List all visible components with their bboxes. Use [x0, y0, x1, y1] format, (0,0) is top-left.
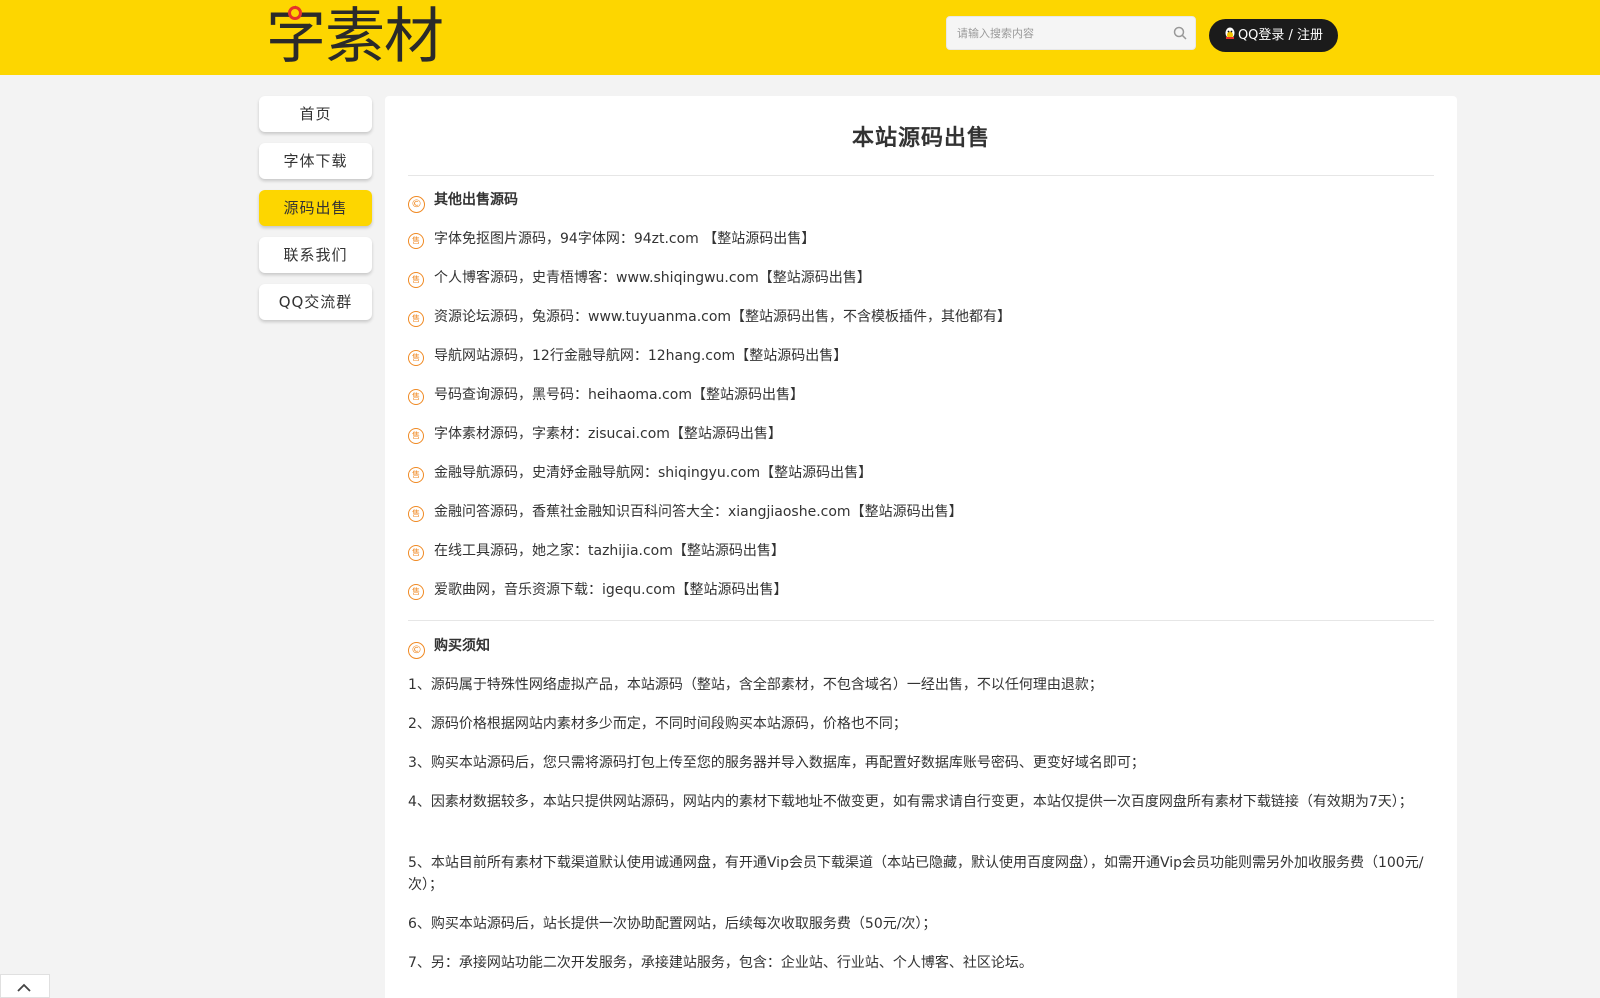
- divider: [408, 620, 1434, 621]
- qq-penguin-icon: [1225, 27, 1235, 39]
- main-content: 本站源码出售 © 其他出售源码 售字体免抠图片源码，94字体网：94zt.com …: [385, 96, 1457, 998]
- divider: [408, 175, 1434, 176]
- search-icon[interactable]: [1173, 26, 1187, 40]
- source-item: 售字体素材源码，字素材：zisucai.com【整站源码出售】: [408, 423, 782, 444]
- notice-heading-label: 购买须知: [434, 638, 490, 654]
- sidebar-item-source-sale[interactable]: 源码出售: [259, 190, 372, 226]
- sale-icon: 售: [408, 389, 424, 405]
- source-item: 售在线工具源码，她之家：tazhijia.com【整站源码出售】: [408, 540, 785, 561]
- source-item-text: 资源论坛源码，兔源码：www.tuyuanma.com【整站源码出售，不含模板插…: [434, 309, 1012, 325]
- sources-heading-label: 其他出售源码: [434, 192, 518, 208]
- source-item-text: 字体素材源码，字素材：zisucai.com【整站源码出售】: [434, 426, 782, 442]
- search-box: [946, 16, 1196, 50]
- sale-icon: 售: [408, 233, 424, 249]
- source-item-text: 金融导航源码，史清妤金融导航网：shiqingyu.com【整站源码出售】: [434, 465, 873, 481]
- sale-icon: 售: [408, 506, 424, 522]
- source-item-text: 在线工具源码，她之家：tazhijia.com【整站源码出售】: [434, 543, 785, 559]
- sale-icon: 售: [408, 584, 424, 600]
- sidebar-item-contact[interactable]: 联系我们: [259, 237, 372, 273]
- source-item: 售导航网站源码，12行金融导航网：12hang.com【整站源码出售】: [408, 345, 847, 366]
- source-item: 售金融导航源码，史清妤金融导航网：shiqingyu.com【整站源码出售】: [408, 462, 872, 483]
- qq-login-button[interactable]: QQ登录 / 注册: [1209, 19, 1338, 52]
- source-item: 售爱歌曲网，音乐资源下载：igequ.com【整站源码出售】: [408, 579, 788, 600]
- source-item-text: 导航网站源码，12行金融导航网：12hang.com【整站源码出售】: [434, 348, 848, 364]
- chevron-up-icon: [17, 983, 31, 992]
- sale-icon: 售: [408, 467, 424, 483]
- sale-icon: 售: [408, 272, 424, 288]
- source-item-text: 个人博客源码，史青梧博客：www.shiqingwu.com【整站源码出售】: [434, 270, 871, 286]
- sale-icon: 售: [408, 311, 424, 327]
- sale-icon: 售: [408, 428, 424, 444]
- copyright-icon: ©: [408, 196, 425, 213]
- sidebar-nav: 首页 字体下载 源码出售 联系我们 QQ交流群: [259, 96, 372, 331]
- notice-item: 2、源码价格根据网站内素材多少而定，不同时间段购买本站源码，价格也不同；: [408, 716, 907, 732]
- notice-item: 7、另：承接网站功能二次开发服务，承接建站服务，包含：企业站、行业站、个人博客、…: [408, 955, 1033, 971]
- source-item-text: 金融问答源码，香蕉社金融知识百科问答大全：xiangjiaoshe.com【整站…: [434, 504, 963, 520]
- back-to-top-button[interactable]: [0, 974, 50, 998]
- sources-heading: © 其他出售源码: [408, 189, 518, 213]
- sidebar-item-qq-group[interactable]: QQ交流群: [259, 284, 372, 320]
- source-item: 售资源论坛源码，兔源码：www.tuyuanma.com【整站源码出售，不含模板…: [408, 306, 1011, 327]
- source-item: 售字体免抠图片源码，94字体网：94zt.com 【整站源码出售】: [408, 228, 815, 249]
- logo-dot-icon: [288, 6, 302, 20]
- site-logo[interactable]: 字素材: [266, 2, 444, 72]
- copyright-icon: ©: [408, 642, 425, 659]
- sale-icon: 售: [408, 350, 424, 366]
- top-header: 字素材 QQ登录 / 注册: [0, 0, 1600, 75]
- source-item-text: 号码查询源码，黑号码：heihaoma.com【整站源码出售】: [434, 387, 804, 403]
- login-label: QQ登录 / 注册: [1237, 28, 1324, 43]
- notice-item: 5、本站目前所有素材下载渠道默认使用诚通网盘，有开通Vip会员下载渠道（本站已隐…: [408, 855, 1424, 893]
- source-item: 售金融问答源码，香蕉社金融知识百科问答大全：xiangjiaoshe.com【整…: [408, 501, 963, 522]
- sale-icon: 售: [408, 545, 424, 561]
- notice-item: 6、购买本站源码后，站长提供一次协助配置网站，后续每次收取服务费（50元/次）；: [408, 916, 937, 932]
- source-item-text: 爱歌曲网，音乐资源下载：igequ.com【整站源码出售】: [434, 582, 788, 598]
- source-item: 售个人博客源码，史青梧博客：www.shiqingwu.com【整站源码出售】: [408, 267, 871, 288]
- source-item: 售号码查询源码，黑号码：heihaoma.com【整站源码出售】: [408, 384, 804, 405]
- notice-item: 4、因素材数据较多，本站只提供网站源码，网站内的素材下载地址不做变更，如有需求请…: [408, 794, 1413, 810]
- page-title: 本站源码出售: [851, 126, 990, 151]
- notice-item: 1、源码属于特殊性网络虚拟产品，本站源码（整站，含全部素材，不包含域名）一经出售…: [408, 677, 1103, 693]
- sidebar-item-font-download[interactable]: 字体下载: [259, 143, 372, 179]
- sidebar-item-home[interactable]: 首页: [259, 96, 372, 132]
- source-item-text: 字体免抠图片源码，94字体网：94zt.com 【整站源码出售】: [434, 231, 816, 247]
- search-input[interactable]: [947, 17, 1167, 49]
- notice-heading: © 购买须知: [408, 635, 490, 659]
- notice-item: 3、购买本站源码后，您只需将源码打包上传至您的服务器并导入数据库，再配置好数据库…: [408, 755, 1145, 771]
